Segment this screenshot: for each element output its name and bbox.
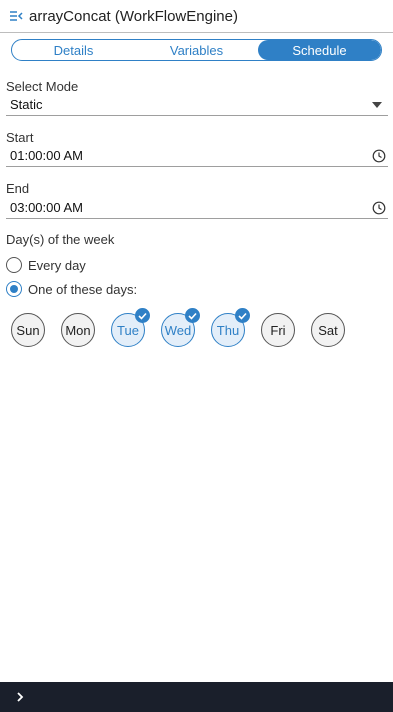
tab-variables[interactable]: Variables: [135, 40, 258, 60]
day-sun[interactable]: Sun: [11, 313, 45, 347]
end-time-value: 03:00:00 AM: [10, 200, 83, 215]
select-mode-label: Select Mode: [6, 79, 79, 94]
page-title: arrayConcat (WorkFlowEngine): [29, 7, 238, 25]
header-bar: arrayConcat (WorkFlowEngine): [0, 0, 393, 33]
clock-icon[interactable]: [372, 201, 386, 215]
tab-bar: Details Variables Schedule: [11, 39, 382, 61]
end-label: End: [6, 181, 30, 196]
checkmark-icon: [185, 308, 200, 323]
one-of-these-days-option[interactable]: One of these days:: [6, 280, 137, 298]
chevron-right-icon[interactable]: [15, 691, 25, 703]
day-label: Sat: [318, 322, 338, 338]
every-day-label: Every day: [28, 257, 86, 273]
tab-schedule[interactable]: Schedule: [258, 40, 381, 60]
one-of-these-days-label: One of these days:: [28, 281, 138, 297]
day-fri[interactable]: Fri: [261, 313, 295, 347]
checkmark-icon: [135, 308, 150, 323]
day-label: Wed: [164, 322, 192, 338]
clock-icon[interactable]: [372, 149, 386, 163]
start-time-field[interactable]: 01:00:00 AM: [6, 145, 388, 167]
day-label: Mon: [65, 322, 91, 338]
day-label: Sun: [16, 322, 40, 338]
every-day-option[interactable]: Every day: [6, 256, 86, 274]
select-mode-value: Static: [10, 97, 43, 112]
tab-details[interactable]: Details: [12, 40, 135, 60]
day-label: Thu: [216, 322, 240, 338]
day-mon[interactable]: Mon: [61, 313, 95, 347]
day-thu[interactable]: Thu: [211, 308, 250, 347]
day-sat[interactable]: Sat: [311, 313, 345, 347]
footer-bar: [0, 682, 393, 712]
collapse-panel-button[interactable]: [0, 0, 30, 33]
day-label: Tue: [117, 322, 139, 338]
collapse-panel-icon: [10, 11, 23, 21]
caret-down-icon: [372, 101, 382, 108]
select-mode-dropdown[interactable]: Static: [6, 94, 388, 116]
every-day-radio[interactable]: [6, 257, 22, 273]
end-time-field[interactable]: 03:00:00 AM: [6, 197, 388, 219]
one-of-these-days-radio[interactable]: [6, 281, 22, 297]
start-label: Start: [6, 130, 34, 145]
day-tue[interactable]: Tue: [111, 308, 150, 347]
checkmark-icon: [235, 308, 250, 323]
days-of-week-label: Day(s) of the week: [6, 232, 115, 247]
day-label: Fri: [270, 322, 286, 338]
day-wed[interactable]: Wed: [161, 308, 200, 347]
start-time-value: 01:00:00 AM: [10, 148, 83, 163]
